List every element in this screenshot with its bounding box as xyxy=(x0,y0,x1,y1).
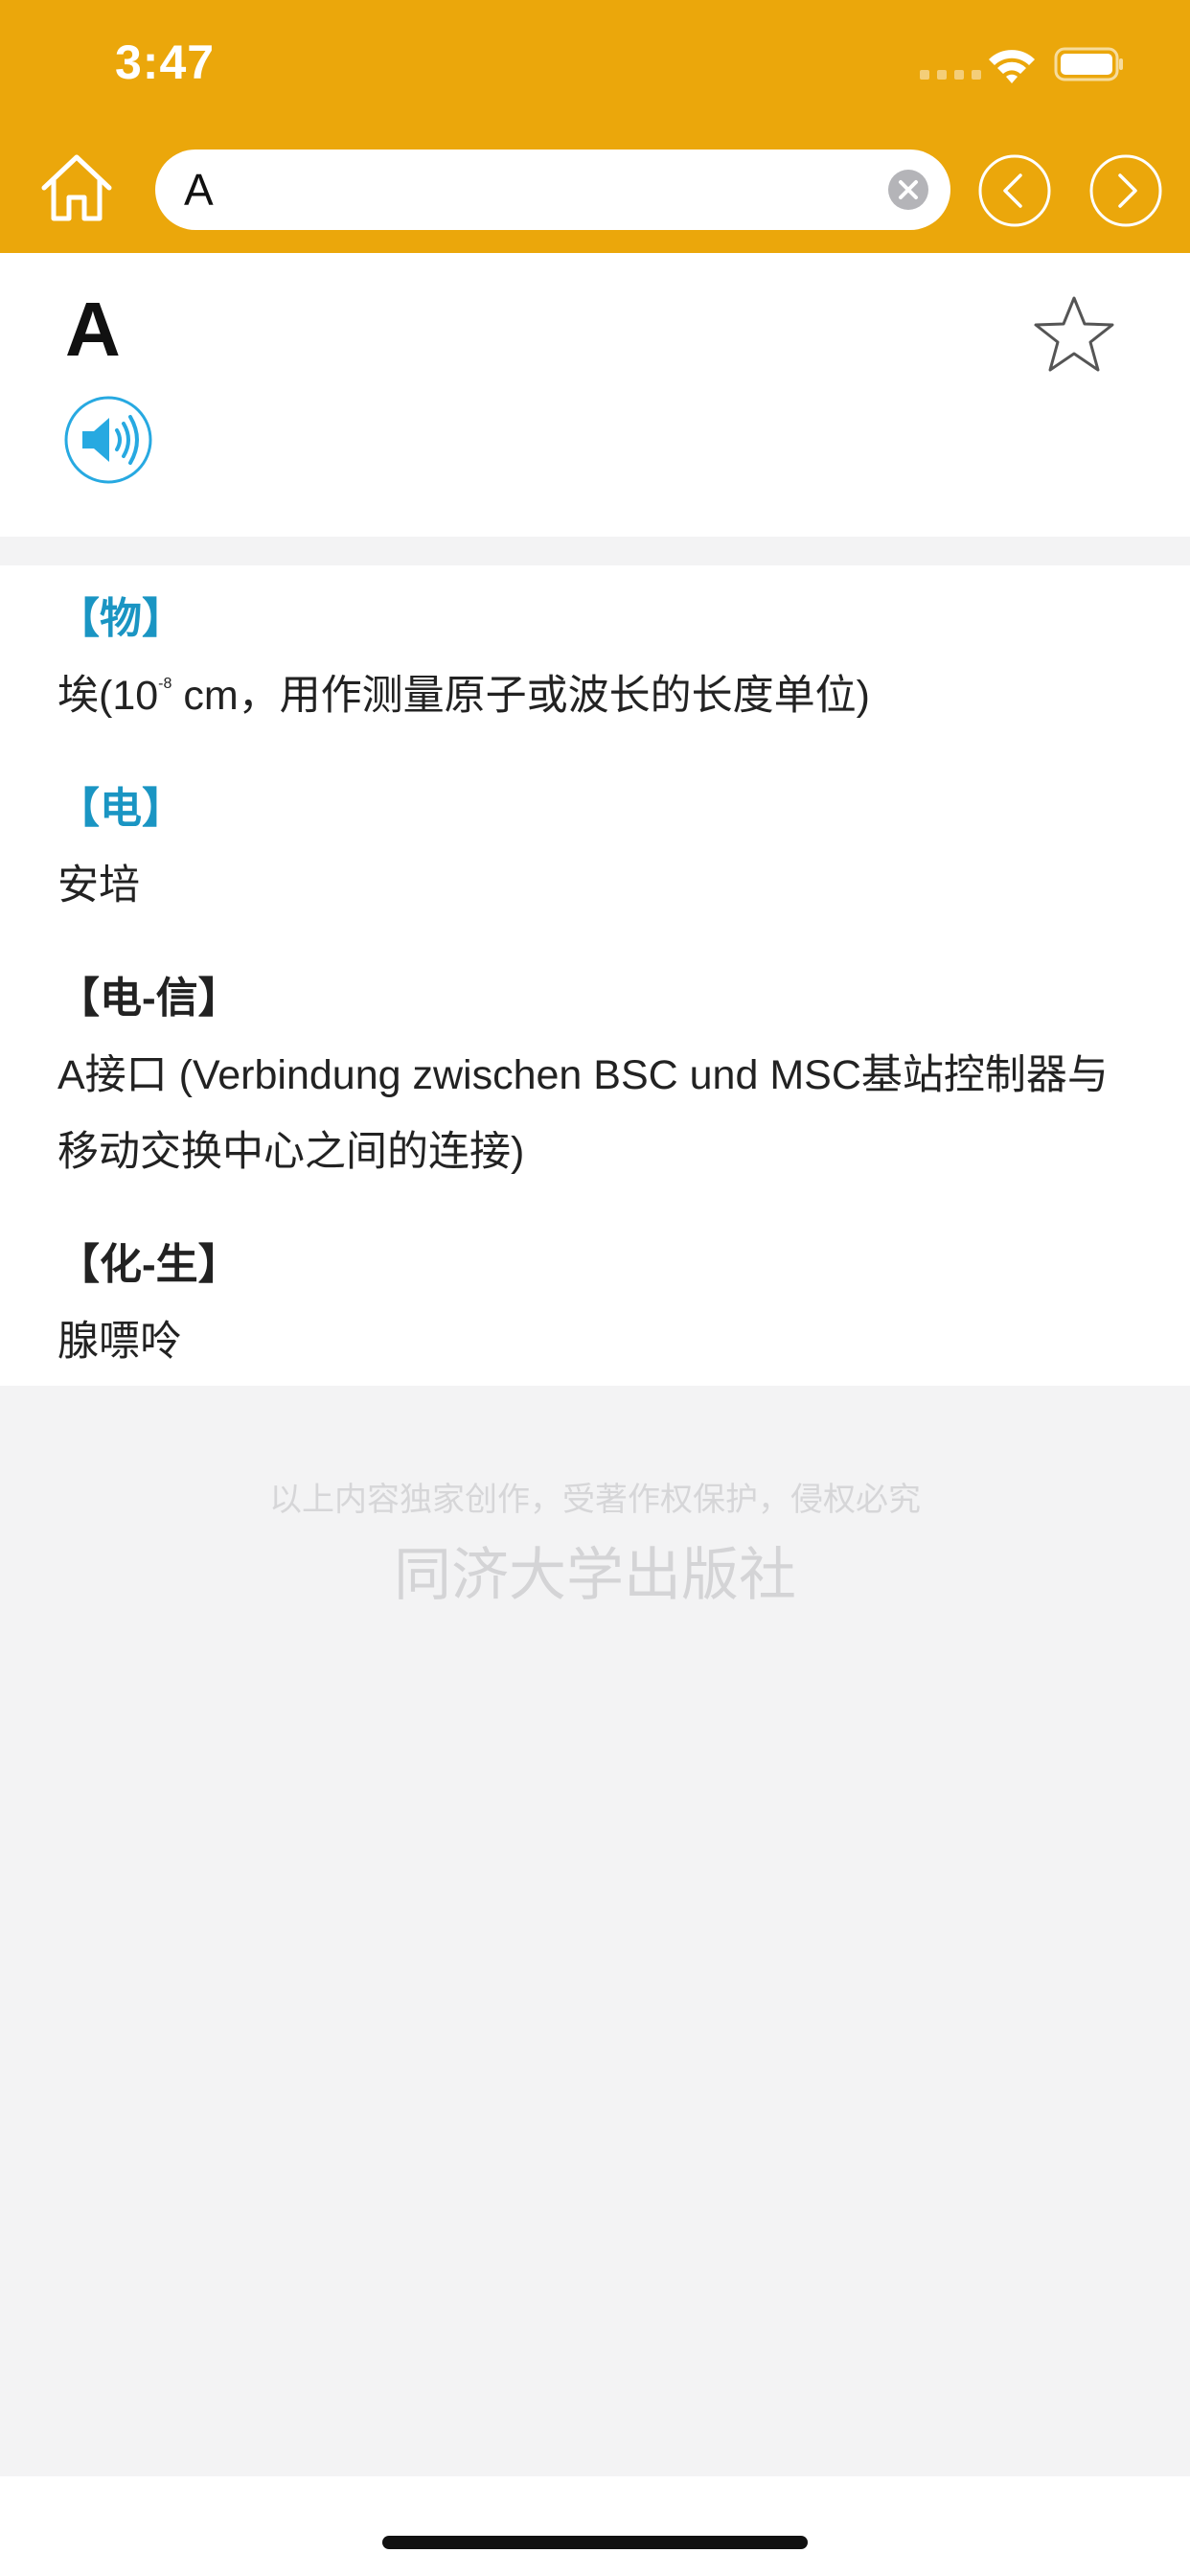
status-time: 3:47 xyxy=(115,35,216,89)
copyright-notice: 以上内容独家创作，受著作权保护，侵权必究 xyxy=(269,1482,921,1518)
star-icon[interactable] xyxy=(1031,293,1117,376)
search-bar xyxy=(155,150,950,230)
wifi-icon xyxy=(989,50,1035,83)
definition-item: 【化-生】 腺嘌呤 xyxy=(57,1236,1140,1380)
domain-label: 【电】 xyxy=(57,785,184,832)
battery-icon xyxy=(1054,47,1123,81)
bottom-bar xyxy=(0,2476,1190,2576)
definition-text: A接口 (Verbindung zwischen BSC und MSC基站控制… xyxy=(57,1052,1109,1175)
clear-search-icon[interactable] xyxy=(887,169,929,211)
definition-text: 安培 xyxy=(57,862,140,908)
forward-arrow-icon[interactable] xyxy=(1088,153,1163,228)
domain-label: 【化-生】 xyxy=(57,1241,240,1288)
back-arrow-icon[interactable] xyxy=(977,153,1052,228)
definition-item: 【电-信】 A接口 (Verbindung zwischen BSC und M… xyxy=(57,970,1140,1190)
definition-text: 腺嘌呤 xyxy=(57,1319,181,1365)
definitions-list: 【物】 埃(10-8 cm，用作测量原子或波长的长度单位) 【电】 安培 【电-… xyxy=(0,565,1190,1386)
search-input[interactable] xyxy=(184,150,855,230)
definition-item: 【电】 安培 xyxy=(57,780,1140,924)
app-header: 3:47 xyxy=(0,0,1190,253)
definition-text: 埃(10-8 cm，用作测量原子或波长的长度单位) xyxy=(57,673,870,719)
speaker-icon[interactable] xyxy=(63,395,153,485)
home-icon[interactable] xyxy=(38,151,115,224)
domain-label: 【电-信】 xyxy=(57,975,240,1022)
publisher-name: 同济大学出版社 xyxy=(394,1543,796,1607)
home-indicator[interactable] xyxy=(382,2536,808,2549)
headword: A xyxy=(65,287,121,372)
domain-label: 【物】 xyxy=(57,595,184,642)
word-card: A xyxy=(0,253,1190,537)
definition-item: 【物】 埃(10-8 cm，用作测量原子或波长的长度单位) xyxy=(57,590,1140,734)
cellular-signal-icon xyxy=(920,70,981,80)
